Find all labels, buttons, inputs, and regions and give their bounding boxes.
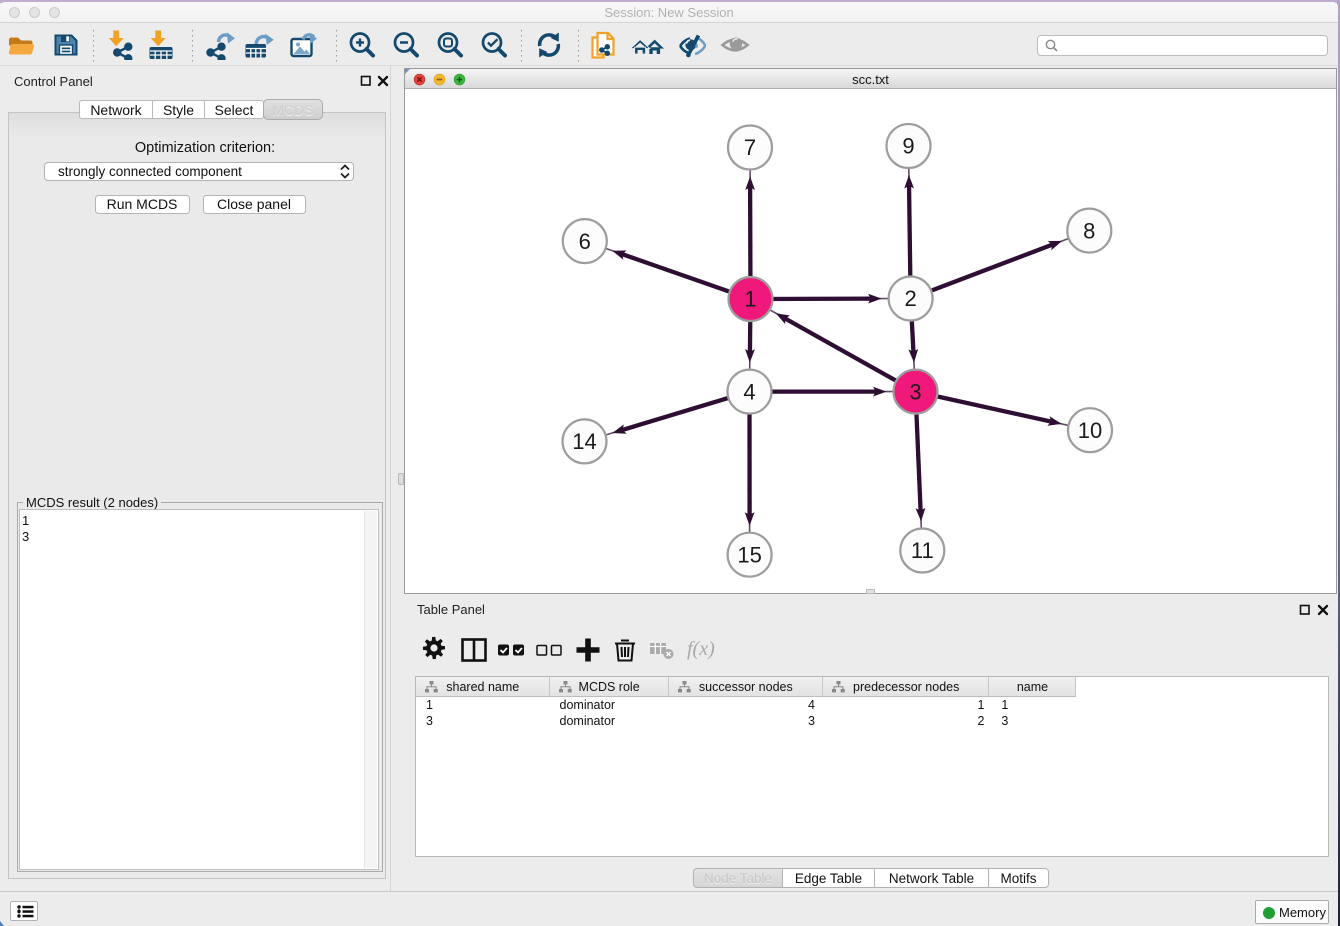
svg-text:14: 14 — [572, 429, 596, 454]
svg-text:6: 6 — [579, 229, 591, 254]
svg-text:1: 1 — [744, 287, 756, 312]
svg-text:7: 7 — [744, 135, 756, 160]
svg-text:10: 10 — [1078, 418, 1102, 443]
svg-text:2: 2 — [904, 286, 916, 311]
svg-text:9: 9 — [902, 134, 914, 159]
svg-text:15: 15 — [737, 542, 761, 567]
svg-text:11: 11 — [911, 538, 934, 563]
svg-text:3: 3 — [909, 379, 921, 404]
svg-text:4: 4 — [743, 379, 755, 404]
svg-text:8: 8 — [1083, 218, 1095, 243]
